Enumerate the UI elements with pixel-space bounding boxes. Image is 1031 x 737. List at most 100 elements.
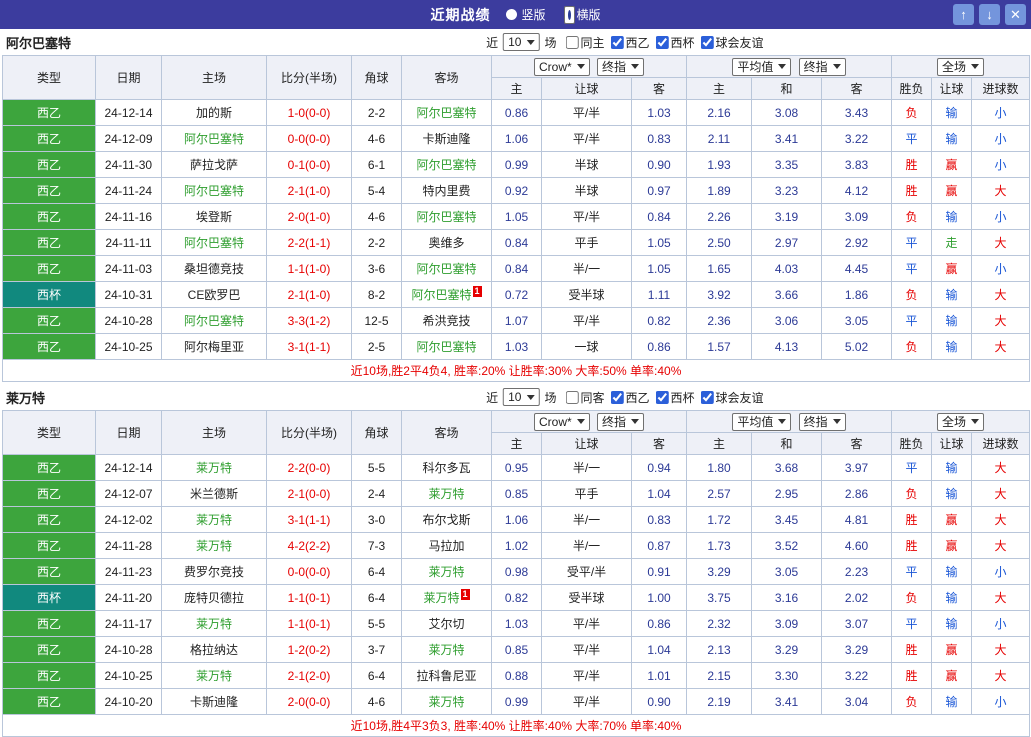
result-goals: 大 xyxy=(971,454,1031,481)
final-odds-select-2[interactable]: 终指 xyxy=(798,412,846,431)
handicap-home-odds: 0.82 xyxy=(491,584,542,611)
corner-score: 2-2 xyxy=(351,99,402,126)
match-date: 24-11-17 xyxy=(95,610,162,637)
match-row: 西乙 24-12-07 米兰德斯 2-1(0-0) 2-4 莱万特 0.85 平手 1.04 2.… xyxy=(2,480,1031,507)
corner-score: 2-2 xyxy=(351,229,402,256)
result-wdl: 平 xyxy=(891,610,933,637)
checkbox-input[interactable] xyxy=(565,35,579,49)
chevron-down-icon xyxy=(526,394,535,400)
league-type-badge: 西乙 xyxy=(2,506,96,533)
away-team: 艾尔切 xyxy=(401,610,492,637)
result-handicap: 输 xyxy=(931,584,973,611)
checkbox-input[interactable] xyxy=(610,35,624,49)
league-type-badge: 西杯 xyxy=(2,584,96,611)
result-wdl: 负 xyxy=(891,203,933,230)
match-date: 24-10-25 xyxy=(95,662,162,689)
filter-checkbox[interactable]: 球会友谊 xyxy=(700,34,764,51)
average-value: 平均值 xyxy=(737,414,774,429)
bookmaker-select[interactable]: Crow* xyxy=(533,412,590,431)
checkbox-input[interactable] xyxy=(655,390,669,404)
scroll-up-button[interactable]: ↑ xyxy=(953,4,974,25)
handicap-away-odds: 1.01 xyxy=(631,662,687,689)
window-buttons: ↑ ↓ ✕ xyxy=(953,4,1026,25)
full-match-value: 全场 xyxy=(942,414,967,429)
checkbox-input[interactable] xyxy=(610,390,624,404)
handicap-away-odds: 0.87 xyxy=(631,532,687,559)
home-team: 米兰德斯 xyxy=(161,480,267,507)
filter-checkbox[interactable]: 西杯 xyxy=(655,389,695,406)
match-count-select[interactable]: 10 xyxy=(503,33,540,51)
col-header-avg-away: 客 xyxy=(820,77,893,100)
checkbox-label: 西杯 xyxy=(670,390,695,405)
layout-radio-vertical[interactable]: 竖版 xyxy=(506,6,546,23)
corner-score: 3-7 xyxy=(351,636,402,663)
avg-draw-odds: 3.06 xyxy=(751,307,822,334)
final-odds-select[interactable]: 终指 xyxy=(597,412,645,431)
scroll-down-button[interactable]: ↓ xyxy=(979,4,1000,25)
home-team: 阿尔巴塞特 xyxy=(161,307,267,334)
home-team: 加的斯 xyxy=(161,99,267,126)
handicap-home-odds: 1.07 xyxy=(491,307,542,334)
close-button[interactable]: ✕ xyxy=(1005,4,1026,25)
col-header-handicap-away: 客 xyxy=(631,77,687,100)
avg-away-odds: 4.60 xyxy=(820,532,893,559)
away-team: 阿尔巴塞特 xyxy=(401,255,492,282)
away-team: 科尔多瓦 xyxy=(401,454,492,481)
corner-score: 6-4 xyxy=(351,558,402,585)
filter-checkbox[interactable]: 球会友谊 xyxy=(700,389,764,406)
filter-checkbox[interactable]: 西杯 xyxy=(655,34,695,51)
checkbox-label: 同主 xyxy=(580,35,605,50)
home-team: 莱万特 xyxy=(161,454,267,481)
handicap-away-odds: 1.00 xyxy=(631,584,687,611)
match-date: 24-11-16 xyxy=(95,203,162,230)
avg-away-odds: 5.02 xyxy=(820,333,893,360)
full-match-select[interactable]: 全场 xyxy=(937,412,985,431)
corner-score: 3-6 xyxy=(351,255,402,282)
score: 1-1(1-0) xyxy=(266,255,352,282)
col-header-goals: 进球数 xyxy=(971,432,1031,455)
checkbox-input[interactable] xyxy=(565,390,579,404)
full-match-select[interactable]: 全场 xyxy=(937,57,985,76)
home-team: 莱万特 xyxy=(161,506,267,533)
result-goals: 大 xyxy=(971,281,1031,308)
avg-home-odds: 1.72 xyxy=(686,506,752,533)
avg-away-odds: 3.22 xyxy=(820,125,893,152)
chevron-down-icon xyxy=(832,419,841,424)
average-select[interactable]: 平均值 xyxy=(732,412,792,431)
checkbox-input[interactable] xyxy=(700,35,714,49)
match-row: 西乙 24-12-14 加的斯 1-0(0-0) 2-2 阿尔巴塞特 0.86 平/半 1.03… xyxy=(2,99,1031,126)
checkbox-label: 球会友谊 xyxy=(715,35,764,50)
radio-label: 横版 xyxy=(576,8,601,22)
chevron-down-icon xyxy=(971,419,980,424)
filter-checkbox[interactable]: 同主 xyxy=(565,34,605,51)
chevron-down-icon xyxy=(631,419,640,424)
final-odds-select-2[interactable]: 终指 xyxy=(798,57,846,76)
bookmaker-select[interactable]: Crow* xyxy=(533,57,590,76)
result-handicap: 输 xyxy=(931,307,973,334)
score: 3-1(1-1) xyxy=(266,333,352,360)
result-handicap: 输 xyxy=(931,688,973,715)
result-wdl: 平 xyxy=(891,454,933,481)
final-odds-select[interactable]: 终指 xyxy=(597,57,645,76)
corner-score: 7-3 xyxy=(351,532,402,559)
result-handicap: 输 xyxy=(931,203,973,230)
chevron-down-icon xyxy=(778,419,787,424)
layout-radio-horizontal[interactable]: 横版 xyxy=(562,5,601,24)
avg-away-odds: 4.45 xyxy=(820,255,893,282)
filter-checkbox[interactable]: 同客 xyxy=(565,389,605,406)
match-count-select[interactable]: 10 xyxy=(503,388,540,406)
score: 3-1(1-1) xyxy=(266,506,352,533)
filter-checkbox[interactable]: 西乙 xyxy=(610,34,650,51)
avg-draw-odds: 2.95 xyxy=(751,480,822,507)
average-select[interactable]: 平均值 xyxy=(732,57,792,76)
match-row: 西乙 24-11-30 萨拉戈萨 0-1(0-0) 6-1 阿尔巴塞特 0.99 半球 0.90… xyxy=(2,151,1031,178)
checkbox-input[interactable] xyxy=(655,35,669,49)
corner-score: 5-4 xyxy=(351,177,402,204)
corner-score: 12-5 xyxy=(351,307,402,334)
league-type-badge: 西乙 xyxy=(2,558,96,585)
match-row: 西乙 24-10-28 阿尔巴塞特 3-3(1-2) 12-5 希洪竞技 1.07 平/半 0.… xyxy=(2,307,1031,334)
match-row: 西乙 24-11-24 阿尔巴塞特 2-1(1-0) 5-4 特内里费 0.92 半球 0.97… xyxy=(2,177,1031,204)
result-handicap: 赢 xyxy=(931,177,973,204)
checkbox-input[interactable] xyxy=(700,390,714,404)
filter-checkbox[interactable]: 西乙 xyxy=(610,389,650,406)
